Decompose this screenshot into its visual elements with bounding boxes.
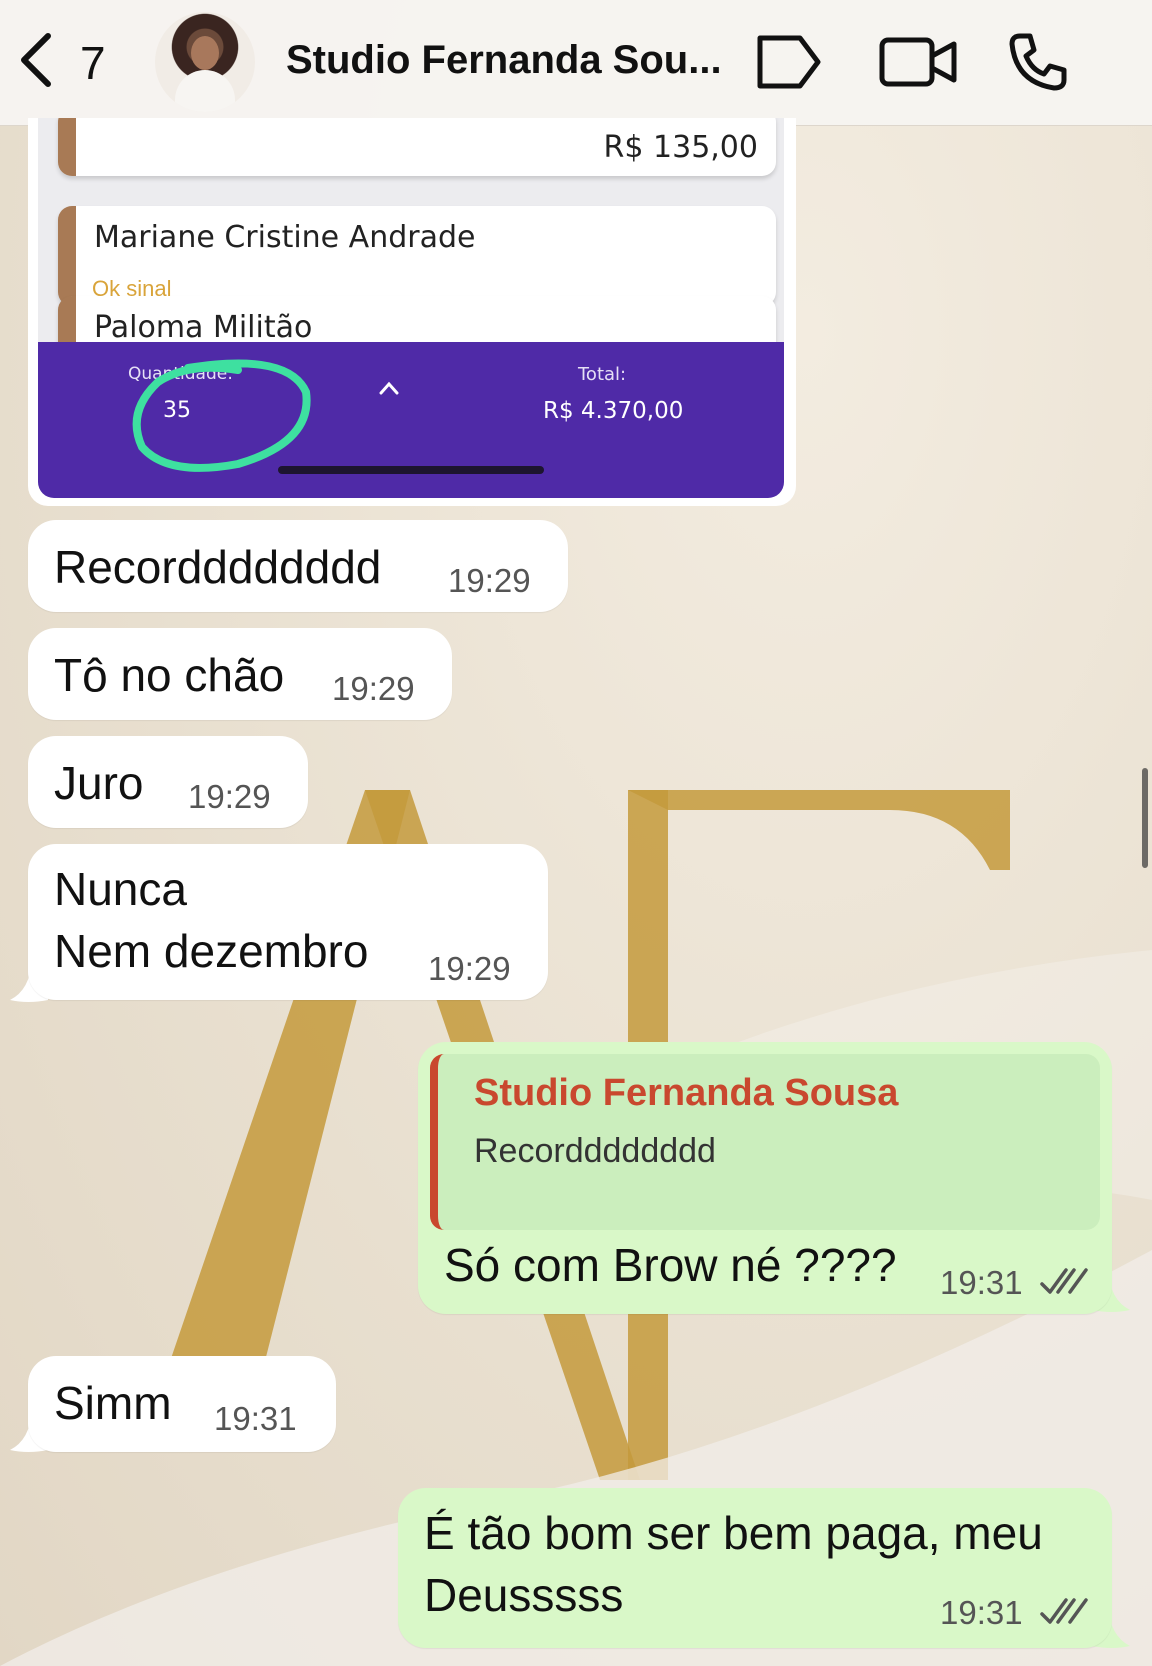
message-bubble[interactable]: Juro 19:29 [28, 736, 308, 828]
avatar[interactable] [155, 12, 255, 112]
phone-icon[interactable] [1006, 30, 1070, 94]
image-message[interactable]: R$ 135,00 Mariane Cristine Andrade Ok si… [28, 118, 796, 506]
message-text: Simm [54, 1377, 172, 1429]
message-text: Recordddddddd [54, 541, 382, 593]
message-time: 19:29 [188, 778, 271, 815]
message-text-line: Nem dezembro [54, 925, 369, 977]
message-text: Juro [54, 757, 144, 809]
chat-header: 7 Studio Fernanda Sou... [0, 0, 1152, 126]
message-time: 19:31 [214, 1400, 297, 1437]
message-text: Só com Brow né ???? [444, 1239, 897, 1291]
unread-count[interactable]: 7 [80, 36, 106, 90]
highlight-circle [132, 359, 311, 472]
message-time: 19:29 [428, 950, 511, 987]
item-name: Paloma Militão [94, 310, 313, 345]
message-bubble[interactable]: Recordddddddd 19:29 [28, 520, 568, 612]
scrollbar[interactable] [1142, 768, 1148, 868]
video-call-icon[interactable] [878, 30, 958, 94]
message-bubble[interactable]: Simm 19:31 [28, 1356, 336, 1452]
total-label: Total: [578, 364, 627, 385]
home-indicator [278, 466, 544, 474]
list-item: Mariane Cristine Andrade Ok sinal [58, 206, 776, 306]
quoted-message[interactable]: Studio Fernanda Sousa Recordddddddd [430, 1054, 1100, 1230]
app-screenshot: R$ 135,00 Mariane Cristine Andrade Ok si… [38, 118, 784, 498]
tag-icon[interactable] [754, 30, 824, 94]
message-text-line: Deusssss [424, 1569, 624, 1621]
message-text-line: Nunca [54, 863, 187, 915]
message-bubble[interactable]: Nunca Nem dezembro 19:29 [28, 844, 548, 1000]
message-bubble[interactable]: É tão bom ser bem paga, meu Deusssss 19:… [398, 1488, 1112, 1648]
chat-title[interactable]: Studio Fernanda Sou... [286, 38, 726, 83]
chevron-up-icon [379, 381, 399, 395]
item-price: R$ 135,00 [603, 130, 758, 165]
summary-bar: Quantidade: 35 Total: R$ 4.370,00 [38, 342, 784, 498]
quoted-text: Recordddddddd [474, 1132, 716, 1170]
message-bubble[interactable]: Studio Fernanda Sousa Recordddddddd Só c… [418, 1042, 1112, 1314]
list-item: R$ 135,00 [58, 118, 776, 176]
message-text-line: É tão bom ser bem paga, meu [424, 1507, 1043, 1559]
message-time: 19:29 [448, 562, 531, 599]
read-ticks-icon [1040, 1598, 1088, 1624]
chevron-left-icon[interactable] [14, 30, 58, 90]
read-ticks-icon [1040, 1268, 1088, 1294]
message-text: Tô no chão [54, 649, 285, 701]
message-time: 19:29 [332, 670, 415, 707]
message-bubble[interactable]: Tô no chão 19:29 [28, 628, 452, 720]
message-time: 19:31 [940, 1594, 1023, 1631]
quoted-author: Studio Fernanda Sousa [474, 1072, 899, 1114]
message-time: 19:31 [940, 1264, 1023, 1301]
total-value: R$ 4.370,00 [543, 398, 684, 424]
item-name: Mariane Cristine Andrade [94, 220, 476, 255]
